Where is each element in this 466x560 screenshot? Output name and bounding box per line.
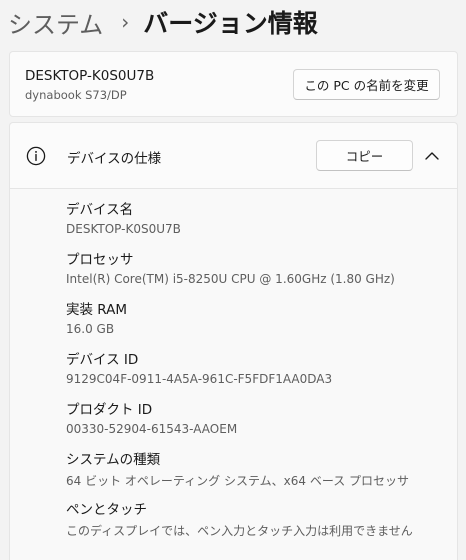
- device-name: DESKTOP-K0S0U7B: [25, 68, 155, 84]
- spec-item-device-id: デバイス ID 9129C04F-0911-4A5A-961C-F5FDF1AA…: [66, 339, 456, 389]
- page-title: バージョン情報: [143, 9, 318, 38]
- device-name-card: DESKTOP-K0S0U7B dynabook S73/DP この PC の名…: [9, 51, 458, 117]
- spec-label: ペンとタッチ: [66, 502, 147, 518]
- breadcrumb-parent-system[interactable]: システム: [8, 5, 103, 40]
- spec-label: システムの種類: [66, 452, 161, 468]
- device-specs-title: デバイスの仕様: [67, 151, 162, 167]
- breadcrumb: システム › バージョン情報: [8, 2, 318, 42]
- device-specs-section: デバイスの仕様 コピー デバイス名 DESKTOP-K0S0U7B プロセッサ …: [9, 122, 458, 560]
- rename-pc-button[interactable]: この PC の名前を変更: [293, 69, 440, 100]
- spec-value: 9129C04F-0911-4A5A-961C-F5FDF1AA0DA3: [66, 372, 333, 386]
- spec-item-product-id: プロダクト ID 00330-52904-61543-AAOEM: [66, 389, 456, 439]
- spec-value: このディスプレイでは、ペン入力とタッチ入力は利用できません: [66, 524, 413, 538]
- spec-value: 00330-52904-61543-AAOEM: [66, 422, 238, 436]
- info-icon: [26, 146, 46, 166]
- device-specs-list: デバイス名 DESKTOP-K0S0U7B プロセッサ Intel(R) Cor…: [66, 189, 456, 539]
- spec-value: 16.0 GB: [66, 322, 115, 336]
- breadcrumb-separator: ›: [121, 10, 130, 34]
- copy-button[interactable]: コピー: [316, 140, 413, 171]
- spec-item-ram: 実装 RAM 16.0 GB: [66, 289, 456, 339]
- chevron-up-icon[interactable]: [424, 149, 440, 163]
- spec-label: デバイス ID: [66, 352, 139, 368]
- device-specs-header[interactable]: デバイスの仕様 コピー: [10, 123, 457, 189]
- spec-label: デバイス名: [66, 202, 134, 218]
- spec-item-pen-touch: ペンとタッチ このディスプレイでは、ペン入力とタッチ入力は利用できません: [66, 489, 456, 539]
- spec-label: プロセッサ: [66, 252, 134, 268]
- device-model: dynabook S73/DP: [25, 88, 127, 102]
- spec-item-system-type: システムの種類 64 ビット オペレーティング システム、x64 ベース プロセ…: [66, 439, 456, 489]
- spec-label: 実装 RAM: [66, 302, 128, 318]
- spec-value: 64 ビット オペレーティング システム、x64 ベース プロセッサ: [66, 474, 410, 488]
- spec-label: プロダクト ID: [66, 402, 153, 418]
- spec-item-processor: プロセッサ Intel(R) Core(TM) i5-8250U CPU @ 1…: [66, 239, 456, 289]
- spec-item-device-name: デバイス名 DESKTOP-K0S0U7B: [66, 189, 456, 239]
- spec-value: DESKTOP-K0S0U7B: [66, 222, 181, 236]
- spec-value: Intel(R) Core(TM) i5-8250U CPU @ 1.60GHz…: [66, 272, 395, 286]
